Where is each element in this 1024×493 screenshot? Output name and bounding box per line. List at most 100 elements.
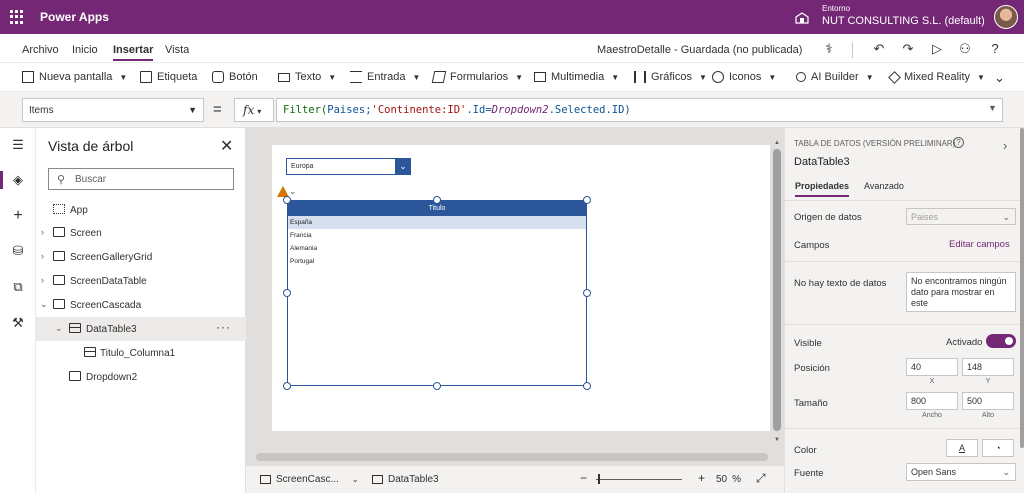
zoom-in-icon[interactable]: + bbox=[698, 471, 705, 485]
environment-name[interactable]: NUT CONSULTING S.L. (default) bbox=[822, 15, 985, 27]
chevron-down-icon[interactable]: ⌄ bbox=[289, 186, 297, 197]
chevron-down-icon: ⌄ bbox=[40, 299, 48, 309]
app-launcher-icon[interactable] bbox=[10, 10, 24, 24]
fx-button[interactable]: fx ▾ bbox=[234, 98, 274, 122]
resize-handle[interactable] bbox=[583, 382, 591, 390]
tree-search-input[interactable]: ⚲ Buscar bbox=[48, 168, 234, 190]
edit-fields-link[interactable]: Editar campos bbox=[949, 239, 1010, 250]
properties-scrollbar[interactable] bbox=[1019, 128, 1024, 493]
scrollbar-thumb[interactable] bbox=[256, 453, 768, 461]
tree-node-screencascada[interactable]: ⌄ ScreenCascada bbox=[36, 293, 246, 317]
tree-node-dropdown2[interactable]: Dropdown2 bbox=[36, 365, 246, 389]
redo-icon[interactable]: ↷ bbox=[899, 40, 917, 58]
text-button[interactable]: Texto ▼ bbox=[278, 71, 336, 83]
resize-handle[interactable] bbox=[283, 382, 291, 390]
table-row[interactable]: Alemania bbox=[288, 242, 586, 255]
scroll-down-icon[interactable]: ▼ bbox=[774, 437, 780, 443]
zoom-out-icon[interactable]: − bbox=[580, 471, 587, 485]
tab-avanzado[interactable]: Avanzado bbox=[864, 181, 904, 191]
font-dropdown[interactable]: Open Sans ⌄ bbox=[906, 463, 1016, 481]
scroll-up-icon[interactable]: ▲ bbox=[774, 140, 780, 146]
media-button[interactable]: Multimedia ▼ bbox=[534, 71, 619, 83]
resize-handle[interactable] bbox=[433, 382, 441, 390]
chevron-down-icon: ▼ bbox=[119, 72, 128, 82]
tab-propiedades[interactable]: Propiedades bbox=[795, 181, 850, 197]
canvas-vertical-scrollbar[interactable] bbox=[772, 145, 782, 447]
ribbon-expand-chevron-icon[interactable]: ⌄ bbox=[994, 70, 1005, 86]
screen-breadcrumb[interactable]: ScreenCasc... ⌄ bbox=[260, 474, 359, 485]
share-user-icon[interactable]: ⚇ bbox=[956, 40, 974, 58]
charts-button[interactable]: Gráficos ▼ bbox=[634, 71, 707, 83]
tree-node-titulo-columna1[interactable]: Titulo_Columna1 bbox=[36, 341, 246, 365]
position-y-input[interactable]: 148 bbox=[962, 358, 1014, 376]
resize-handle[interactable] bbox=[583, 289, 591, 297]
datatable3-control[interactable]: Titulo España Francia Alemania Portugal bbox=[287, 200, 587, 386]
tree-node-app[interactable]: App bbox=[36, 198, 246, 222]
icons-button[interactable]: Iconos ▼ bbox=[712, 71, 776, 83]
play-icon[interactable]: ▷ bbox=[928, 40, 946, 58]
forms-button[interactable]: Formularios ▼ bbox=[431, 71, 523, 83]
more-options-icon[interactable]: ··· bbox=[216, 320, 231, 334]
scrollbar-thumb[interactable] bbox=[773, 149, 781, 431]
resize-handle[interactable] bbox=[283, 289, 291, 297]
zoom-slider[interactable] bbox=[596, 479, 682, 480]
environment-icon[interactable] bbox=[795, 10, 809, 24]
data-cylinder-icon[interactable]: ⛁ bbox=[9, 242, 27, 260]
media-icon[interactable]: ⧉ bbox=[9, 278, 27, 296]
screen-icon bbox=[53, 227, 65, 237]
close-icon[interactable]: ✕ bbox=[220, 136, 233, 156]
control-breadcrumb-label: DataTable3 bbox=[388, 474, 439, 485]
help-icon[interactable]: ? bbox=[986, 40, 1004, 58]
table-row[interactable]: Francia bbox=[288, 229, 586, 242]
fit-to-window-icon[interactable]: ⤢ bbox=[756, 471, 766, 486]
user-avatar[interactable] bbox=[994, 5, 1018, 29]
tree-node-screendatatable[interactable]: › ScreenDataTable bbox=[36, 269, 246, 293]
tools-icon[interactable]: ⚒ bbox=[9, 314, 27, 332]
formula-input[interactable]: Filter(Paises;'Continente:ID'.Id=Dropdow… bbox=[276, 98, 1003, 122]
tree-node-screengallerygrid[interactable]: › ScreenGalleryGrid bbox=[36, 245, 246, 269]
new-screen-label: Nueva pantalla bbox=[39, 71, 113, 83]
button-insert[interactable]: Botón bbox=[212, 71, 258, 83]
input-button-label: Entrada bbox=[367, 71, 406, 83]
new-screen-button[interactable]: Nueva pantalla ▼ bbox=[22, 71, 127, 83]
input-button[interactable]: Entrada ▼ bbox=[350, 71, 420, 83]
table-row[interactable]: España bbox=[288, 216, 586, 229]
mixed-reality-button[interactable]: Mixed Reality ▼ bbox=[888, 70, 985, 84]
width-input[interactable]: 800 bbox=[906, 392, 958, 410]
visible-toggle[interactable] bbox=[986, 334, 1016, 348]
resize-handle[interactable] bbox=[433, 196, 441, 204]
app-checker-icon[interactable]: ⚕ bbox=[820, 40, 838, 58]
menu-inicio[interactable]: Inicio bbox=[72, 44, 98, 56]
menu-insertar[interactable]: Insertar bbox=[113, 44, 154, 61]
scrollbar-thumb[interactable] bbox=[1020, 128, 1024, 448]
canvas-horizontal-scrollbar[interactable] bbox=[256, 452, 780, 462]
formula-expand-icon[interactable]: ▼ bbox=[988, 103, 997, 113]
hamburger-icon[interactable]: ☰ bbox=[9, 136, 27, 154]
menu-archivo[interactable]: Archivo bbox=[22, 44, 59, 56]
property-dropdown[interactable]: Items ▼ bbox=[22, 98, 204, 122]
ai-builder-button[interactable]: AI Builder ▼ bbox=[796, 71, 874, 83]
no-data-text-input[interactable]: No encontramos ningún dato para mostrar … bbox=[906, 272, 1016, 312]
menu-vista[interactable]: Vista bbox=[165, 44, 189, 56]
fill-color-bucket-icon[interactable]: ◔ bbox=[982, 439, 1014, 457]
control-name[interactable]: DataTable3 bbox=[794, 156, 850, 168]
resize-handle[interactable] bbox=[583, 196, 591, 204]
position-x-input[interactable]: 40 bbox=[906, 358, 958, 376]
text-color-picker[interactable]: A bbox=[946, 439, 978, 457]
tree-view-layers-icon[interactable]: ◈ bbox=[9, 171, 27, 189]
data-source-dropdown[interactable]: Paises ⌄ bbox=[906, 208, 1016, 225]
help-icon[interactable]: ? bbox=[953, 137, 964, 148]
height-input[interactable]: 500 bbox=[962, 392, 1014, 410]
resize-handle[interactable] bbox=[283, 196, 291, 204]
chevron-down-icon[interactable]: ⌄ bbox=[395, 158, 411, 175]
chevron-right-icon[interactable]: › bbox=[1003, 138, 1007, 153]
insert-plus-icon[interactable]: + bbox=[9, 207, 27, 225]
tree-node-datatable3[interactable]: ⌄ DataTable3 ··· bbox=[36, 317, 246, 341]
tree-node-screen[interactable]: › Screen bbox=[36, 221, 246, 245]
zoom-slider-thumb[interactable] bbox=[598, 474, 600, 484]
undo-icon[interactable]: ↶ bbox=[870, 40, 888, 58]
label-button[interactable]: Etiqueta bbox=[140, 71, 197, 83]
table-row[interactable]: Portugal bbox=[288, 255, 586, 268]
control-breadcrumb[interactable]: DataTable3 bbox=[372, 474, 439, 485]
dropdown2-control[interactable]: Europa ⌄ bbox=[286, 158, 411, 175]
